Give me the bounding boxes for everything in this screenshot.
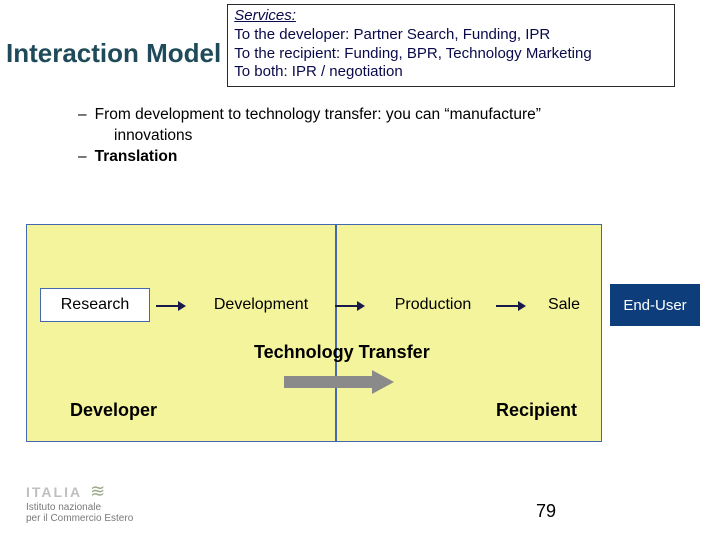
services-heading: Services:	[234, 7, 668, 26]
process-diagram: Research Development Production Sale End…	[26, 224, 694, 442]
slide-title: Interaction Model	[6, 4, 221, 69]
bullet-1-cont: innovations	[78, 126, 720, 147]
bullet-1: –From development to technology transfer…	[78, 105, 720, 126]
node-sale: Sale	[534, 288, 594, 322]
arrow-icon	[156, 299, 186, 311]
bullet-2: –Translation	[78, 147, 720, 168]
logo-sub2: per il Commercio Estero	[26, 513, 133, 524]
bullet-list: –From development to technology transfer…	[78, 105, 720, 168]
logo-sub1: Istituto nazionale	[26, 502, 101, 513]
page-number: 79	[536, 501, 556, 522]
node-end-user: End-User	[610, 284, 700, 326]
logo-brand: ITALIA	[26, 484, 82, 500]
developer-label: Developer	[70, 400, 157, 421]
services-line-2: To the recipient: Funding, BPR, Technolo…	[234, 45, 668, 64]
node-production: Production	[376, 288, 490, 322]
services-line-3: To both: IPR / negotiation	[234, 63, 668, 82]
node-development: Development	[196, 288, 326, 322]
arrow-icon	[335, 299, 365, 311]
recipient-label: Recipient	[496, 400, 577, 421]
services-box: Services: To the developer: Partner Sear…	[227, 4, 675, 87]
tech-transfer-label: Technology Transfer	[254, 342, 430, 363]
big-arrow-icon	[284, 370, 394, 394]
services-line-1: To the developer: Partner Search, Fundin…	[234, 26, 668, 45]
node-research: Research	[40, 288, 150, 322]
footer-logo: ITALIA ≋ Istituto nazionale per il Commer…	[26, 482, 133, 524]
logo-icon: ≋	[90, 481, 105, 501]
arrow-icon	[496, 299, 526, 311]
